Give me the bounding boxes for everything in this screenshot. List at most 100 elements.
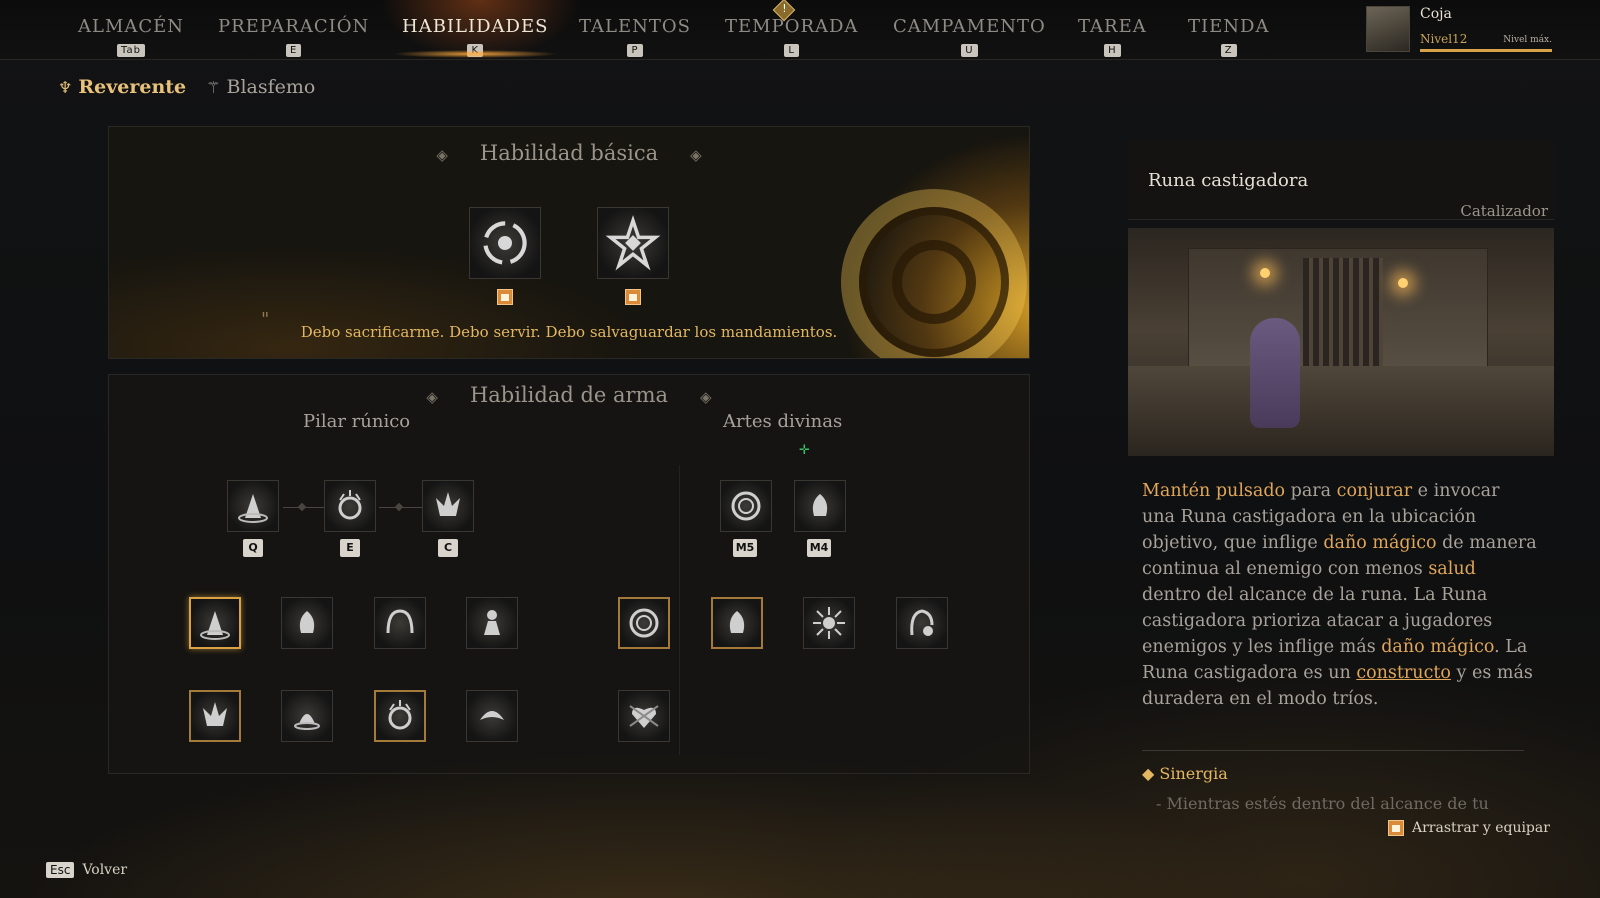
equipped-skill-m5[interactable] <box>720 480 772 532</box>
pilar-runico-title: Pilar rúnico <box>303 411 411 432</box>
radiant-eye-icon <box>813 607 845 639</box>
hand-rune-icon <box>294 714 320 730</box>
vortex-icon <box>483 221 527 265</box>
skill-slot[interactable] <box>281 690 333 742</box>
praying-hands-icon <box>299 611 315 633</box>
basic-skill-1[interactable] <box>469 207 541 279</box>
skill-detail-panel: Runa castigadora Catalizador Mantén puls… <box>1128 132 1554 822</box>
keyword-link[interactable]: constructo <box>1356 663 1451 683</box>
flame-burst-icon <box>203 702 227 726</box>
avatar <box>1366 6 1410 52</box>
tab-tarea[interactable]: TAREA H <box>1078 16 1147 58</box>
skill-slot[interactable] <box>466 597 518 649</box>
tab-hotkey: K <box>467 44 483 57</box>
tab-temporada[interactable]: TEMPORADA L <box>725 16 858 58</box>
drag-equip-icon[interactable] <box>625 289 641 305</box>
tab-label: TIENDA <box>1188 16 1270 37</box>
crosshair-icon: ✛ <box>799 443 810 458</box>
basic-skill-2[interactable] <box>597 207 669 279</box>
preview-torch <box>1260 268 1270 278</box>
quote-mark: " <box>261 309 270 330</box>
skill-slot[interactable] <box>466 690 518 742</box>
desc-text: para <box>1285 481 1337 501</box>
player-card[interactable]: Coja Nivel12 Nivel máx. <box>1366 4 1552 54</box>
tab-label: HABILIDADES <box>402 16 549 37</box>
detail-description: Mantén pulsado para conjurar e invocar u… <box>1142 478 1538 712</box>
skill-slot[interactable] <box>896 597 948 649</box>
skill-slot[interactable] <box>618 690 670 742</box>
tab-hotkey: P <box>627 44 643 57</box>
tab-hotkey: E <box>285 44 302 57</box>
artes-divinas-title: Artes divinas <box>723 411 843 432</box>
drag-equip-icon[interactable] <box>497 289 513 305</box>
esc-key: Esc <box>46 862 75 878</box>
tab-hotkey: L <box>784 44 799 57</box>
column-divider <box>679 465 680 755</box>
hotkey-m5: M5 <box>733 539 757 557</box>
praying-hands-icon <box>812 494 828 516</box>
synergy-text: - Mientras estés dentro del alcance de t… <box>1156 794 1489 813</box>
keyword: Mantén pulsado <box>1142 481 1286 501</box>
tab-label: CAMPAMENTO <box>893 16 1046 37</box>
equipped-skill-m4[interactable] <box>794 480 846 532</box>
chained-heart-icon <box>629 705 659 728</box>
rune-pillar-icon <box>200 611 230 640</box>
ornament-icon: ◈ <box>700 387 712 406</box>
hotkey-m4: M4 <box>807 539 831 557</box>
weapon-skill-panel: ◈ Habilidad de arma ◈ Pilar rúnico Artes d… <box>108 374 1030 774</box>
skill-slot[interactable] <box>281 597 333 649</box>
equipped-skill-q[interactable] <box>227 480 279 532</box>
keyword: conjurar <box>1336 481 1413 501</box>
equipped-skill-e[interactable] <box>324 480 376 532</box>
spiked-ring-icon <box>388 700 412 730</box>
subtab-blasfemo[interactable]: ⚚ Blasfemo <box>206 76 315 98</box>
hotkey-c: C <box>438 539 458 557</box>
ornament-icon: ◈ <box>690 145 702 164</box>
skill-slot[interactable] <box>374 597 426 649</box>
tab-almacen[interactable]: ALMACÉN Tab <box>78 16 184 58</box>
tab-tienda[interactable]: TIENDA Z <box>1188 16 1269 58</box>
subtab-reverente[interactable]: ♆ Reverente <box>58 76 186 98</box>
star-rune-icon <box>605 215 661 271</box>
tab-preparacion[interactable]: PREPARACIÓN E <box>218 16 369 58</box>
rune-pillar-icon <box>238 494 268 523</box>
tab-hotkey: H <box>1104 44 1121 57</box>
drag-equip-hint: Arrastrar y equipar <box>1388 820 1550 836</box>
level-progress-fill <box>1420 49 1552 52</box>
level-status: Nivel máx. <box>1503 35 1552 45</box>
statue-icon <box>484 610 500 635</box>
basic-skill-header: ◈ Habilidad básica ◈ <box>109 141 1029 165</box>
equipped-skill-c[interactable] <box>422 480 474 532</box>
skill-slot[interactable] <box>618 597 670 649</box>
tab-label: TALENTOS <box>579 16 691 37</box>
top-nav: ALMACÉN Tab PREPARACIÓN E HABILIDADES K TAL… <box>0 0 1600 60</box>
skill-slot[interactable] <box>803 597 855 649</box>
skill-slot[interactable] <box>189 690 241 742</box>
swirl-icon <box>731 491 761 521</box>
back-label: Volver <box>82 862 128 878</box>
tab-label: TAREA <box>1078 16 1147 37</box>
praying-hands-icon <box>729 611 745 633</box>
ornament-icon: ◈ <box>436 145 448 164</box>
subtab-label: Reverente <box>78 76 187 98</box>
preview-character <box>1250 318 1300 428</box>
hotkey-e: E <box>340 539 360 557</box>
section-title: Habilidad básica <box>479 141 659 165</box>
tab-hotkey: U <box>961 44 978 57</box>
back-button[interactable]: Esc Volver <box>46 862 127 878</box>
drag-equip-label: Arrastrar y equipar <box>1412 820 1550 836</box>
skill-slot[interactable] <box>711 597 763 649</box>
skill-slot-selected[interactable] <box>189 597 241 649</box>
hooded-figure-icon <box>910 609 934 636</box>
skill-slot[interactable] <box>374 690 426 742</box>
quote-text: Debo sacrificarme. Debo servir. Debo sal… <box>300 323 838 341</box>
tab-talentos[interactable]: TALENTOS P <box>579 16 691 58</box>
keyword: salud <box>1428 559 1476 579</box>
tab-habilidades[interactable]: HABILIDADES K <box>391 16 559 58</box>
tab-hotkey: Z <box>1220 44 1237 57</box>
swirl-icon <box>629 608 659 638</box>
synergy-header: ◆ Sinergia <box>1142 764 1228 783</box>
flame-burst-icon <box>436 492 460 516</box>
tab-campamento[interactable]: CAMPAMENTO U <box>893 16 1046 58</box>
skill-preview-image <box>1128 228 1554 456</box>
